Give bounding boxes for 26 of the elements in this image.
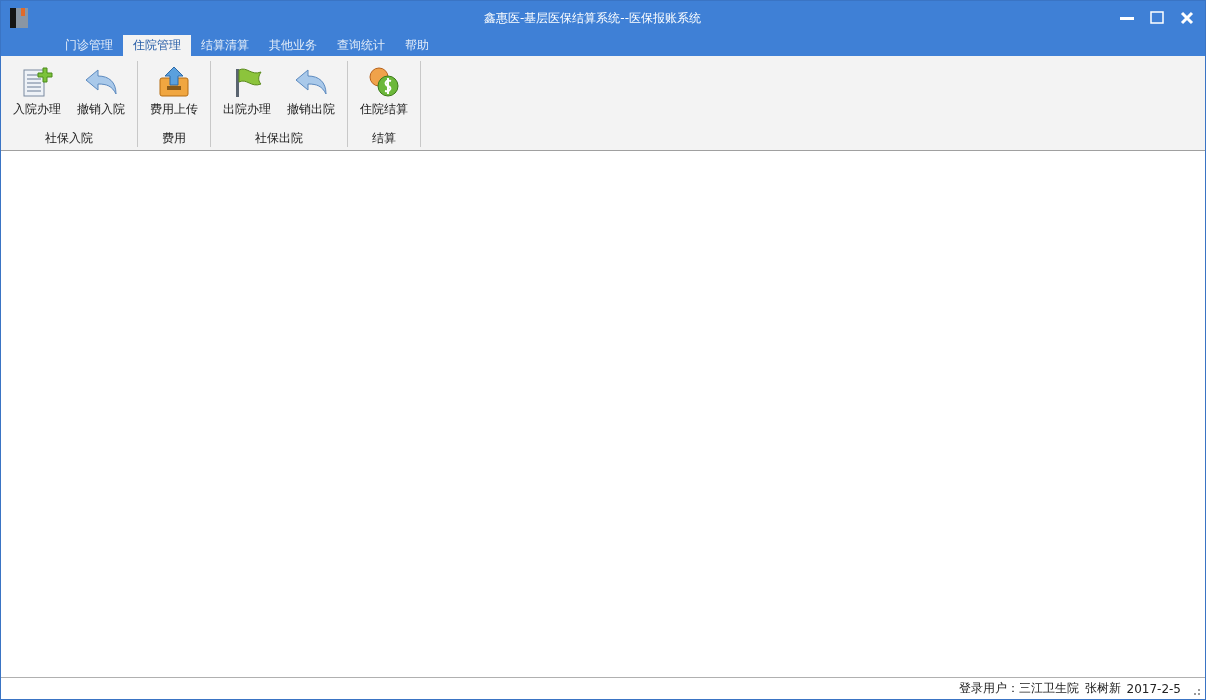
status-text: 登录用户：三江卫生院 [958,680,1079,697]
upload-tray-icon [158,66,190,98]
ribbon-button[interactable]: 费用上传 [144,61,204,130]
menu-tab[interactable]: 查询统计 [327,35,395,56]
status-text: 2017-2-5 [1126,681,1181,696]
ribbon-button[interactable]: 撤销出院 [281,61,341,130]
coins-icon [367,66,401,98]
menu-tab[interactable]: 住院管理 [123,35,191,56]
group-label: 社保出院 [255,130,303,147]
add-document-icon [21,66,53,98]
group-label: 费用 [162,130,186,147]
group-label: 社保入院 [45,130,93,147]
ribbon-button[interactable]: 住院结算 [354,61,414,130]
menu-tab[interactable]: 其他业务 [259,35,327,56]
menu-tab[interactable]: 门诊管理 [55,35,123,56]
ribbon-button[interactable]: 入院办理 [7,61,67,130]
maximize-icon [1150,11,1164,25]
close-icon [1180,11,1194,25]
group-label: 结算 [372,130,396,147]
ribbon-button[interactable]: 撤销入院 [71,61,131,130]
window-title: 鑫惠医-基层医保结算系统--医保报账系统 [483,9,702,27]
ribbon-button[interactable]: 出院办理 [217,61,277,130]
status-text: 张树新 [1084,680,1121,697]
menu-tab[interactable]: 帮助 [395,35,439,56]
app-logo-icon [10,8,28,28]
menu-tab[interactable]: 结算清算 [191,35,259,56]
